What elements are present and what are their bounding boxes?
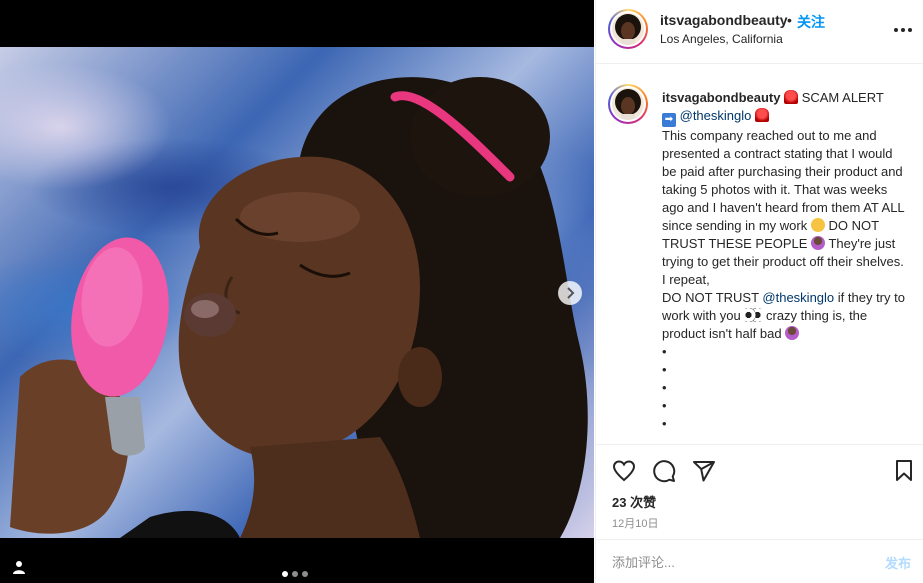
user-tag-icon[interactable] bbox=[12, 560, 26, 574]
post-comment-button[interactable]: 发布 bbox=[885, 553, 911, 572]
post-details-panel: itsvagabondbeauty • 关注 Los Angeles, Cali… bbox=[595, 0, 923, 583]
carousel-indicator bbox=[282, 571, 308, 577]
carousel-dot bbox=[292, 571, 298, 577]
caption-text: itsvagabondbeauty SCAM ALERT ➡ @thesking… bbox=[662, 89, 908, 433]
post-actions: 23 次赞 12月10日 bbox=[596, 444, 923, 539]
caption-avatar-image bbox=[615, 89, 641, 120]
avatar[interactable] bbox=[608, 9, 648, 49]
comment-bar: 发布 bbox=[596, 539, 923, 583]
avatar-image bbox=[615, 14, 641, 45]
siren-emoji-icon bbox=[755, 108, 769, 122]
caption-mention[interactable]: @theskinglo bbox=[762, 290, 834, 305]
caption-username[interactable]: itsvagabondbeauty bbox=[662, 90, 780, 105]
follow-button[interactable]: 关注 bbox=[797, 12, 825, 32]
caption-bullet: • bbox=[662, 344, 667, 359]
carousel-dot bbox=[302, 571, 308, 577]
upside-down-face-emoji-icon bbox=[810, 218, 825, 232]
post-header: itsvagabondbeauty • 关注 Los Angeles, Cali… bbox=[596, 0, 923, 64]
caption-bullet: • bbox=[662, 398, 667, 413]
share-icon[interactable] bbox=[692, 459, 716, 483]
carousel-next-button[interactable] bbox=[558, 281, 582, 305]
post-location[interactable]: Los Angeles, California bbox=[660, 32, 783, 46]
more-options-icon[interactable] bbox=[894, 24, 912, 36]
bookmark-icon[interactable] bbox=[892, 459, 916, 483]
caption-bullet: • bbox=[662, 380, 667, 395]
woman-gesturing-no-emoji-icon bbox=[785, 326, 800, 340]
header-username[interactable]: itsvagabondbeauty bbox=[660, 12, 788, 28]
header-separator: • bbox=[787, 12, 792, 28]
hair-bun bbox=[410, 77, 550, 197]
photo-illustration bbox=[10, 77, 588, 538]
siren-emoji-icon bbox=[784, 90, 799, 104]
post-date[interactable]: 12月10日 bbox=[612, 515, 658, 531]
chevron-right-icon bbox=[567, 287, 575, 299]
carousel-dot-active bbox=[282, 571, 288, 577]
eyes-emoji-icon bbox=[744, 308, 763, 322]
caption-mention[interactable]: @theskinglo bbox=[680, 108, 752, 123]
post-photo bbox=[0, 47, 594, 538]
right-arrow-emoji-icon: ➡ bbox=[662, 113, 676, 127]
woman-gesturing-no-emoji-icon bbox=[811, 236, 826, 250]
comment-icon[interactable] bbox=[652, 459, 676, 483]
likes-count[interactable]: 23 次赞 bbox=[612, 492, 656, 511]
caption-bullet: • bbox=[662, 416, 667, 431]
caption-bullet: • bbox=[662, 362, 667, 377]
post-media bbox=[0, 0, 594, 583]
comment-input[interactable] bbox=[612, 553, 862, 571]
caption-segment: DO NOT TRUST bbox=[662, 290, 763, 305]
heart-icon[interactable] bbox=[612, 459, 636, 483]
caption-avatar[interactable] bbox=[608, 84, 648, 124]
caption-section: itsvagabondbeauty SCAM ALERT ➡ @thesking… bbox=[596, 65, 923, 444]
caption-segment: SCAM ALERT bbox=[798, 90, 884, 105]
